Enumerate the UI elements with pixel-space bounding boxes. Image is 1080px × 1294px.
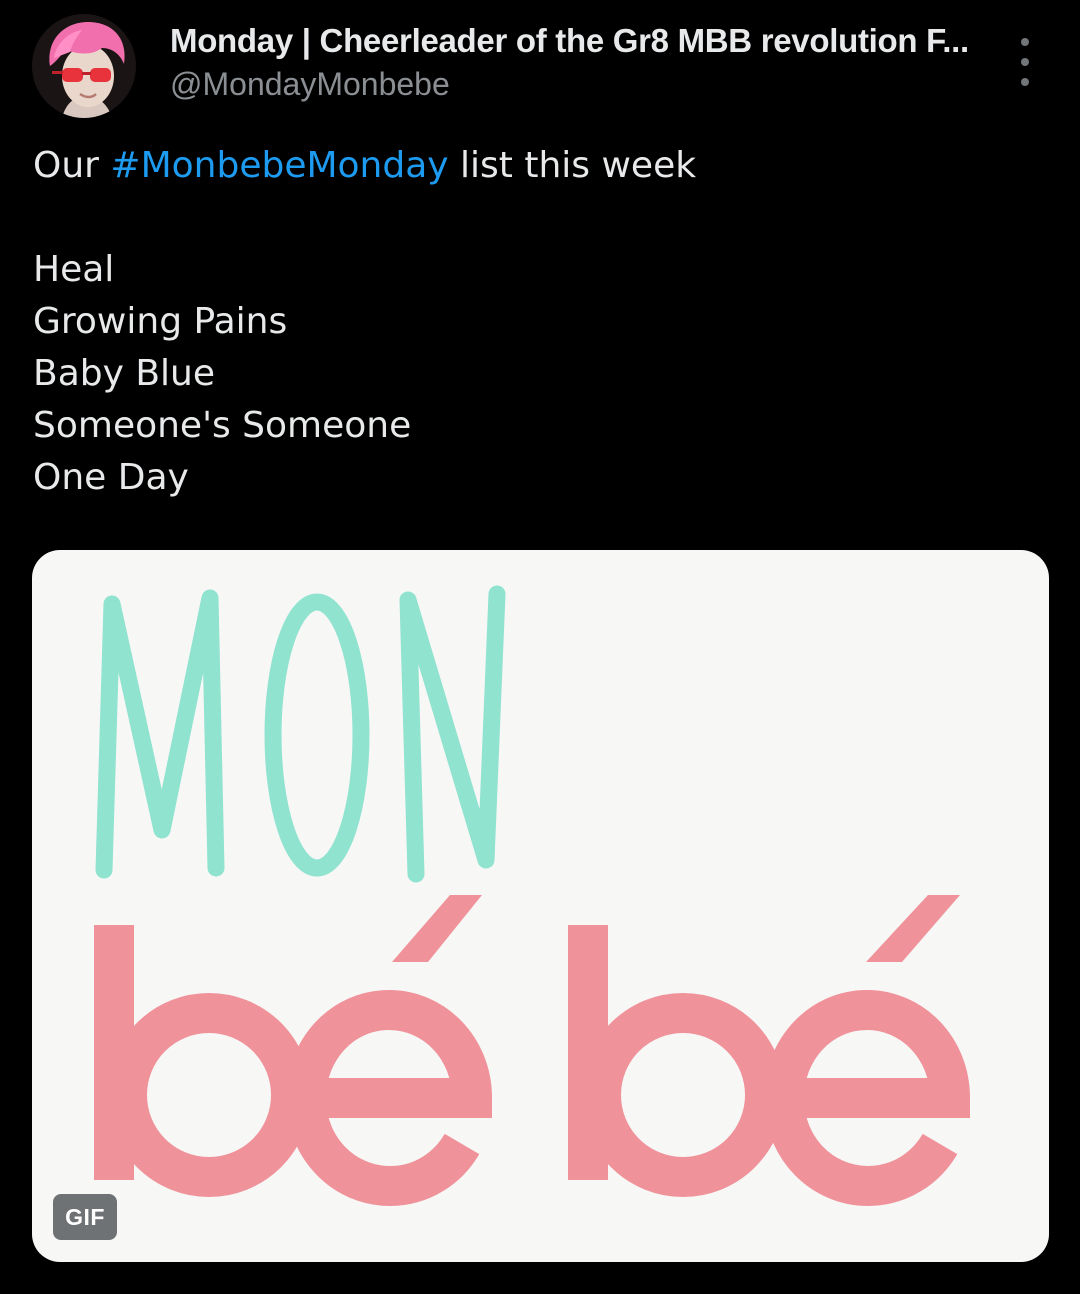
song-list-item: Heal	[33, 249, 115, 290]
gif-media[interactable]: GIF	[32, 550, 1049, 1262]
avatar-image	[32, 14, 136, 118]
logo-accent-marks	[392, 895, 960, 962]
more-vertical-icon	[1021, 38, 1029, 46]
tweet-header: Monday | Cheerleader of the Gr8 MBB revo…	[30, 12, 1050, 122]
more-options-button[interactable]	[1010, 34, 1040, 90]
tweet-text: Our #MonbebeMonday list this week Heal G…	[33, 140, 696, 504]
logo-bebe-letters	[94, 925, 971, 1207]
logo-mon-letters	[95, 585, 506, 883]
hashtag-link[interactable]: #MonbebeMonday	[110, 145, 448, 186]
song-list-item: One Day	[33, 457, 189, 498]
avatar[interactable]	[32, 14, 136, 118]
song-list-item: Someone's Someone	[33, 405, 412, 446]
author-handle[interactable]: @MondayMonbebe	[170, 66, 450, 103]
song-list-item: Baby Blue	[33, 353, 216, 394]
tweet-intro: Our #MonbebeMonday list this week	[33, 145, 697, 186]
song-list-item: Growing Pains	[33, 301, 288, 342]
author-display-name[interactable]: Monday | Cheerleader of the Gr8 MBB revo…	[170, 22, 969, 60]
monbebe-logo	[94, 585, 971, 1207]
gif-badge: GIF	[53, 1194, 117, 1240]
